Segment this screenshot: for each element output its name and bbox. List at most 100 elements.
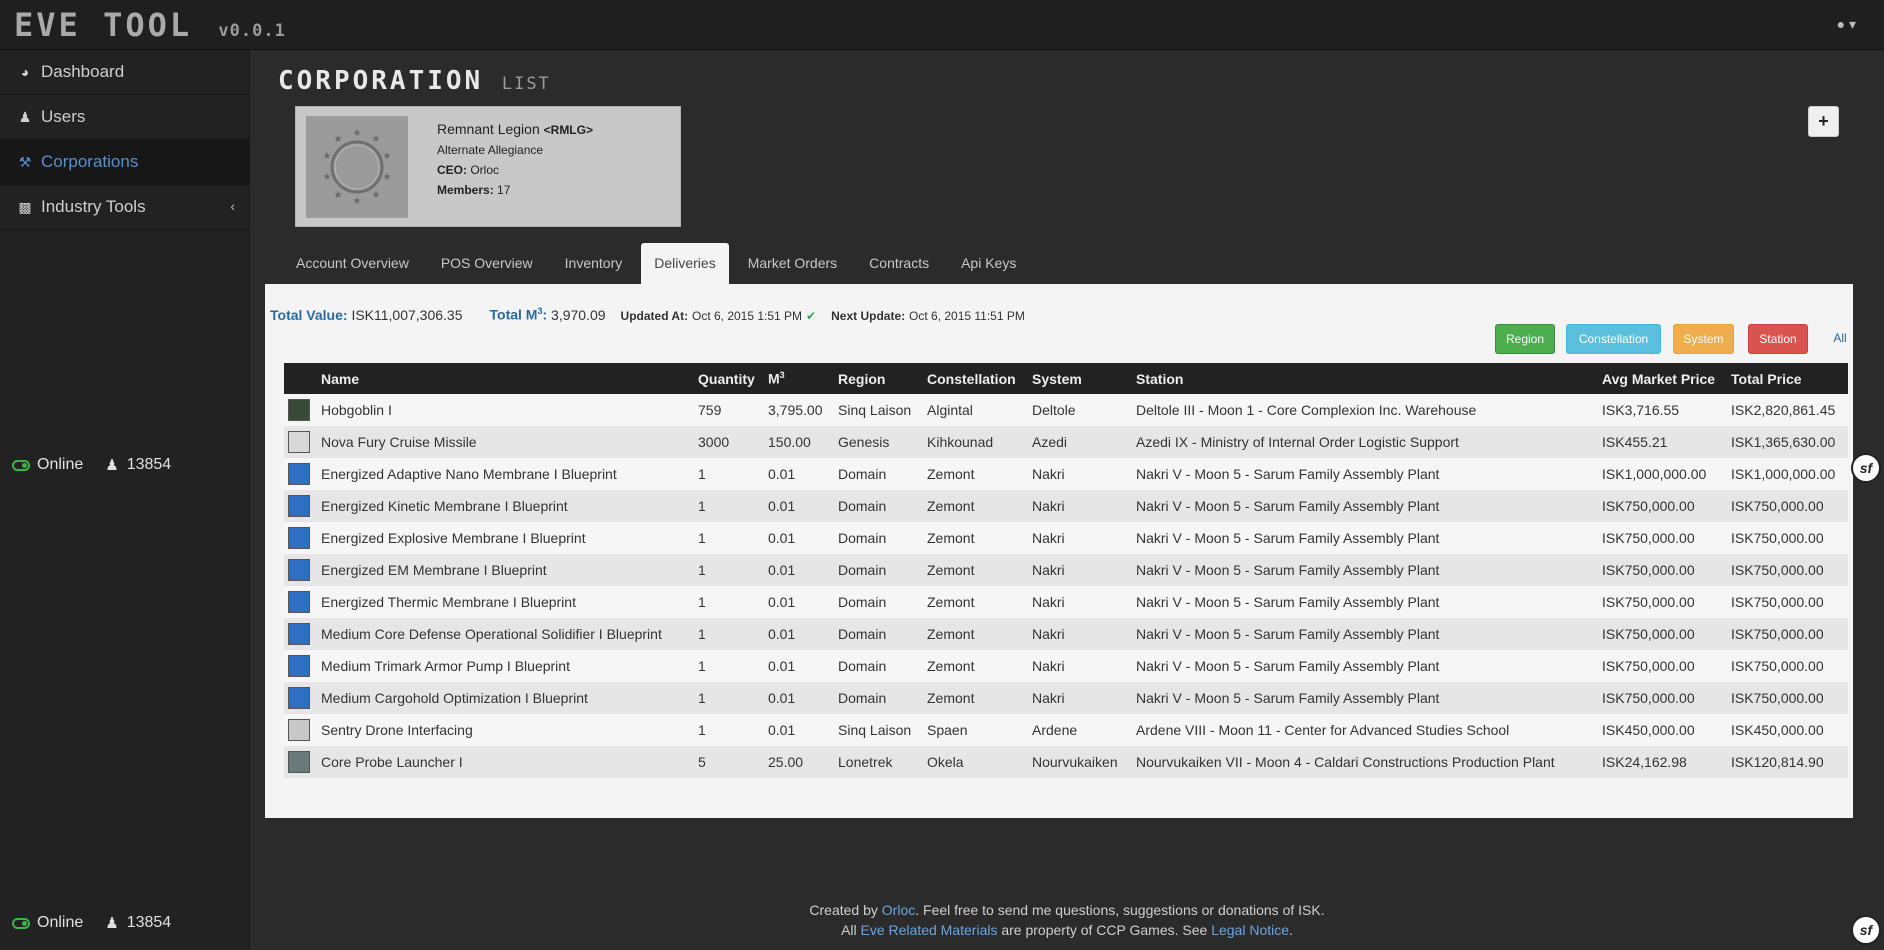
column-header-constellation[interactable]: Constellation [923, 363, 1028, 394]
user-menu-toggle[interactable]: ● ▾ [1837, 16, 1856, 33]
item-system: Nakri [1032, 466, 1065, 482]
online-status: Online ♟ 13854 [12, 456, 171, 474]
table-row[interactable]: Core Probe Launcher I 5 25.00 Lonetrek Okela… [284, 746, 1848, 778]
column-header-region[interactable]: Region [834, 363, 923, 394]
filter-system-button[interactable]: System [1673, 324, 1734, 354]
launcher-icon [288, 751, 310, 773]
item-system: Ardene [1032, 722, 1078, 738]
item-constellation: Zemont [927, 498, 975, 514]
tab-market-orders[interactable]: Market Orders [735, 243, 850, 284]
item-station: Deltole III - Moon 1 - Core Complexion I… [1136, 402, 1477, 418]
item-avg-price: ISK750,000.00 [1602, 690, 1695, 706]
item-region: Genesis [838, 434, 890, 450]
app-brand[interactable]: EVE TOOL v0.0.1 [14, 6, 286, 44]
item-constellation: Zemont [927, 690, 975, 706]
item-icon-cell [284, 522, 317, 554]
page-footer: Created by Orloc. Feel free to send me q… [250, 900, 1884, 940]
tab-api-keys[interactable]: Api Keys [948, 243, 1029, 284]
total-m3: 3,970.09 [551, 306, 606, 323]
item-name: Hobgoblin I [321, 402, 392, 418]
svg-text:★: ★ [372, 190, 381, 201]
table-row[interactable]: Sentry Drone Interfacing 1 0.01 Sinq Laison… [284, 714, 1848, 746]
dashboard-icon: ◕ [20, 64, 30, 80]
item-avg-price: ISK750,000.00 [1602, 530, 1695, 546]
table-row[interactable]: Medium Trimark Armor Pump I Blueprint 1 0.… [284, 650, 1848, 682]
column-header-quantity[interactable]: Quantity [694, 363, 764, 394]
tab-contracts[interactable]: Contracts [856, 243, 942, 284]
item-name: Core Probe Launcher I [321, 754, 463, 770]
blueprint-icon [288, 463, 310, 485]
item-total-price: ISK750,000.00 [1731, 690, 1824, 706]
column-header-avg-market-price[interactable]: Avg Market Price [1598, 363, 1727, 394]
check-icon: ✔ [806, 308, 817, 323]
group-by-filters: Region Constellation System Station All [265, 324, 1853, 354]
users-icon: ♟ [105, 915, 119, 932]
column-header-name[interactable]: Name [317, 363, 694, 394]
table-row[interactable]: Medium Core Defense Operational Solidifi… [284, 618, 1848, 650]
table-row[interactable]: Energized Explosive Membrane I Blueprint… [284, 522, 1848, 554]
blueprint-icon [288, 495, 310, 517]
column-header-system[interactable]: System [1028, 363, 1132, 394]
column-header-m3[interactable]: M3 [764, 363, 834, 394]
table-row[interactable]: Medium Cargohold Optimization I Blueprin… [284, 682, 1848, 714]
sidebar-item-users[interactable]: ♟ Users [0, 95, 249, 140]
item-name: Nova Fury Cruise Missile [321, 434, 477, 450]
chevron-left-icon: ‹ [230, 198, 235, 214]
tab-account-overview[interactable]: Account Overview [283, 243, 422, 284]
sidebar-item-dashboard[interactable]: ◕ Dashboard [0, 50, 249, 95]
item-constellation: Kihkounad [927, 434, 994, 450]
column-header-total-price[interactable]: Total Price [1727, 363, 1848, 394]
filter-region-button[interactable]: Region [1495, 324, 1555, 354]
legal-notice-link[interactable]: Legal Notice [1211, 922, 1289, 938]
item-system: Nourvukaiken [1032, 754, 1118, 770]
item-quantity: 3000 [698, 434, 730, 450]
sidebar-item-corporations[interactable]: ⚒ Corporations [0, 140, 249, 185]
item-station: Azedi IX - Ministry of Internal Order Lo… [1136, 434, 1459, 450]
item-avg-price: ISK750,000.00 [1602, 594, 1695, 610]
online-count: 13854 [126, 456, 172, 473]
item-system: Nakri [1032, 690, 1065, 706]
item-volume: 150.00 [768, 434, 811, 450]
eve-materials-link[interactable]: Eve Related Materials [861, 922, 998, 938]
filter-constellation-button[interactable]: Constellation [1566, 324, 1661, 354]
blueprint-icon [288, 687, 310, 709]
tab-deliveries[interactable]: Deliveries [641, 243, 729, 284]
filter-station-button[interactable]: Station [1748, 324, 1808, 354]
item-total-price: ISK120,814.90 [1731, 754, 1824, 770]
item-name: Energized EM Membrane I Blueprint [321, 562, 547, 578]
symfony-debug-icon[interactable]: sf [1851, 453, 1881, 483]
author-link[interactable]: Orloc [882, 902, 915, 918]
column-header-station[interactable]: Station [1132, 363, 1598, 394]
svg-text:★: ★ [383, 172, 392, 183]
item-quantity: 759 [698, 402, 722, 418]
table-row[interactable]: Energized EM Membrane I Blueprint 1 0.01 Do… [284, 554, 1848, 586]
table-row[interactable]: Hobgoblin I 759 3,795.00 Sinq Laison Alginta… [284, 394, 1848, 426]
online-label: Online [37, 914, 84, 931]
item-avg-price: ISK1,000,000.00 [1602, 466, 1707, 482]
tab-pos-overview[interactable]: POS Overview [428, 243, 546, 284]
sidebar-item-industry-tools[interactable]: ▩ Industry Tools ‹ [0, 185, 249, 230]
item-station: Nakri V - Moon 5 - Sarum Family Assembly… [1136, 562, 1440, 578]
top-navbar: EVE TOOL v0.0.1 ● ▾ [0, 0, 1884, 50]
filter-all-link[interactable]: All [1830, 324, 1850, 354]
table-row[interactable]: Energized Thermic Membrane I Blueprint 1 0… [284, 586, 1848, 618]
item-region: Sinq Laison [838, 402, 912, 418]
table-row[interactable]: Energized Adaptive Nano Membrane I Bluep… [284, 458, 1848, 490]
sidebar-item-label: Dashboard [41, 62, 125, 81]
item-station: Nakri V - Moon 5 - Sarum Family Assembly… [1136, 498, 1440, 514]
item-region: Domain [838, 562, 887, 578]
item-quantity: 1 [698, 722, 706, 738]
add-corporation-button[interactable]: + [1808, 106, 1839, 137]
updated-at-label: Updated At: [620, 308, 689, 323]
toggle-on-icon [12, 459, 30, 471]
table-row[interactable]: Nova Fury Cruise Missile 3000 150.00 Genesi… [284, 426, 1848, 458]
item-system: Deltole [1032, 402, 1076, 418]
tab-inventory[interactable]: Inventory [552, 243, 636, 284]
item-name: Sentry Drone Interfacing [321, 722, 473, 738]
skillbook-icon [288, 719, 310, 741]
total-value-label: Total Value: [270, 306, 348, 323]
item-icon-cell [284, 714, 317, 746]
item-icon-cell [284, 618, 317, 650]
corporation-card: ★ ★ ★ ★ ★ ★ ★ ★ ★ ★ Remnant Legion <RMLG… [295, 106, 681, 227]
table-row[interactable]: Energized Kinetic Membrane I Blueprint 1 0… [284, 490, 1848, 522]
